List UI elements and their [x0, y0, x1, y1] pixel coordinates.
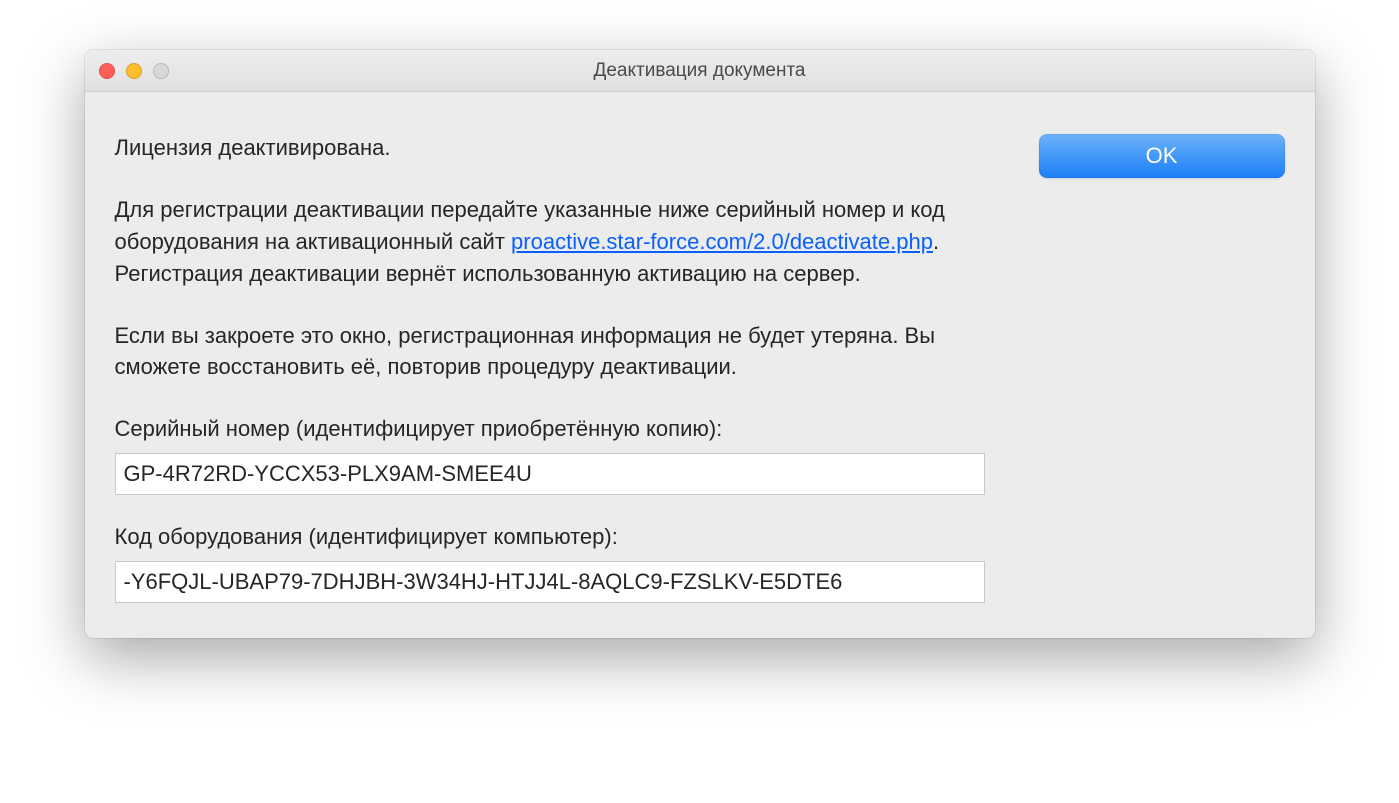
- message-area: Лицензия деактивирована. Для регистрации…: [115, 132, 985, 603]
- serial-number-label: Серийный номер (идентифицирует приобретё…: [115, 413, 985, 445]
- window-title: Деактивация документа: [85, 60, 1315, 82]
- license-deactivated-text: Лицензия деактивирована.: [115, 132, 985, 164]
- hardware-code-label: Код оборудования (идентифицирует компьют…: [115, 521, 985, 553]
- hardware-code-input[interactable]: [115, 561, 985, 603]
- ok-button[interactable]: OK: [1039, 134, 1285, 178]
- close-note-text: Если вы закроете это окно, регистрационн…: [115, 320, 985, 384]
- serial-number-input[interactable]: [115, 453, 985, 495]
- minimize-window-button[interactable]: [126, 63, 142, 79]
- dialog-window: Деактивация документа Лицензия деактивир…: [85, 50, 1315, 638]
- action-area: OK: [1025, 132, 1285, 603]
- maximize-window-button[interactable]: [153, 63, 169, 79]
- instruction-paragraph: Для регистрации деактивации передайте ук…: [115, 194, 985, 290]
- close-window-button[interactable]: [99, 63, 115, 79]
- deactivation-link[interactable]: proactive.star-force.com/2.0/deactivate.…: [511, 229, 933, 254]
- dialog-content: Лицензия деактивирована. Для регистрации…: [85, 92, 1315, 638]
- titlebar: Деактивация документа: [85, 50, 1315, 92]
- traffic-lights: [85, 63, 169, 79]
